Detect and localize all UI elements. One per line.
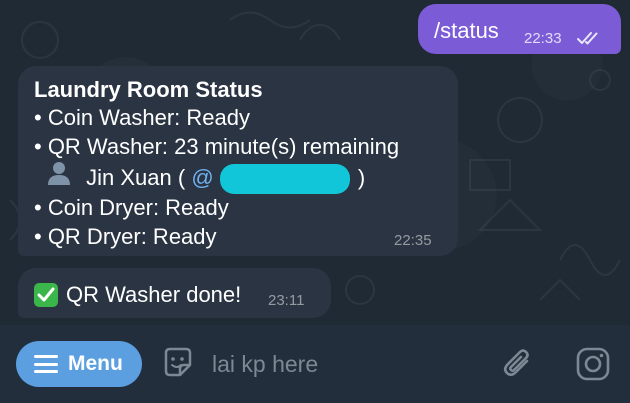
redacted-username xyxy=(219,164,350,195)
user-mention-link[interactable]: @ xyxy=(191,165,213,190)
message-input[interactable] xyxy=(212,347,482,381)
camera-icon[interactable] xyxy=(574,345,612,383)
status-title: Laundry Room Status xyxy=(34,77,263,102)
message-composer: Menu xyxy=(0,325,630,403)
status-message-body: Laundry Room Status • Coin Washer: Ready… xyxy=(34,76,399,251)
status-message-time: 22:35 xyxy=(394,232,432,249)
menu-button[interactable]: Menu xyxy=(16,341,142,387)
paperclip-icon[interactable] xyxy=(500,345,538,383)
status-line-qr-dryer: • QR Dryer: Ready xyxy=(34,223,217,249)
status-line-coin-dryer: • Coin Dryer: Ready xyxy=(34,195,229,221)
done-message-text: QR Washer done! xyxy=(66,282,242,307)
status-user-line: Jin Xuan ( @ ) xyxy=(34,161,399,195)
sticker-icon[interactable] xyxy=(160,345,196,381)
outgoing-message-time: 22:33 xyxy=(524,30,562,47)
status-line-qr-washer: • QR Washer: 23 minute(s) remaining xyxy=(34,133,400,159)
status-user-name: Jin Xuan ( xyxy=(86,165,186,191)
double-check-icon xyxy=(577,32,598,45)
status-user-close: ) xyxy=(357,165,366,191)
person-silhouette-icon xyxy=(46,161,72,186)
check-mark-button-icon xyxy=(34,283,58,307)
done-message-time: 23:11 xyxy=(268,292,305,309)
menu-button-label: Menu xyxy=(68,352,123,375)
outgoing-message-bubble[interactable]: /status 22:33 xyxy=(418,4,621,54)
chat-background: /status 22:33 Laundry Room Status • Coin… xyxy=(0,0,630,325)
outgoing-message-text: /status xyxy=(434,18,499,43)
status-line-coin-washer: • Coin Washer: Ready xyxy=(34,105,250,131)
hamburger-icon xyxy=(34,355,58,373)
done-message-body: QR Washer done! xyxy=(34,282,241,308)
done-message-bubble[interactable]: QR Washer done! 23:11 xyxy=(18,268,331,318)
status-message-bubble[interactable]: Laundry Room Status • Coin Washer: Ready… xyxy=(18,66,458,256)
